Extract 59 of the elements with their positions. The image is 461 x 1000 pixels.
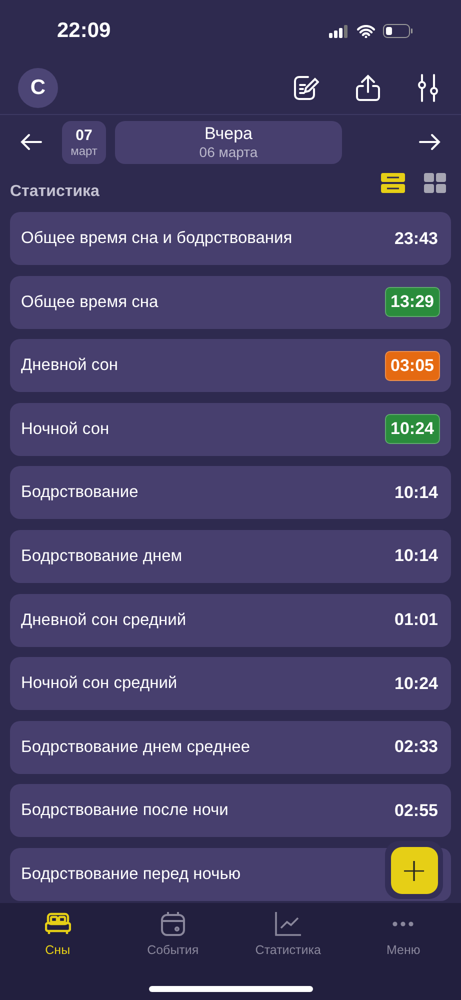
forward-arrow-icon[interactable] (419, 133, 441, 151)
stat-value: 10:24 (384, 414, 440, 444)
stat-row[interactable]: Бодрствование после ночи 02:55 (10, 784, 451, 838)
date-day: 07 (76, 126, 92, 144)
stat-value: 02:55 (394, 800, 439, 822)
date-title: Вчера (204, 124, 252, 144)
stat-value: 01:01 (394, 609, 439, 632)
stat-label: Общее время сна и бодрствования (21, 229, 292, 248)
battery-icon (383, 24, 413, 38)
wifi-icon (357, 24, 375, 38)
list-view-icon[interactable] (380, 172, 406, 194)
date-subtitle: 06 марта (199, 144, 258, 160)
stat-row[interactable]: Дневной сон 03:05 (10, 339, 451, 392)
stat-label: Ночной сон (21, 420, 110, 439)
stat-label: Бодрствование перед ночью (21, 864, 241, 884)
stat-label: Бодрствование днем (21, 546, 182, 566)
tab[interactable]: События (115, 911, 230, 1000)
stat-row[interactable]: Общее время сна 13:29 (10, 276, 451, 329)
date-selector[interactable]: Вчера 06 марта (115, 120, 342, 164)
avatar[interactable]: С (18, 68, 58, 108)
chart-icon (274, 911, 302, 937)
stat-label: Ночной сон средний (21, 674, 178, 694)
share-icon[interactable] (355, 74, 381, 102)
tab[interactable]: Меню (346, 911, 461, 1000)
stat-label: Бодрствование после ночи (21, 801, 228, 820)
section-title: Статистика (10, 182, 100, 201)
status-time: 22:09 (57, 19, 111, 43)
more-icon (391, 921, 416, 927)
stat-row[interactable]: Бодрствование днем среднее 02:33 (10, 720, 451, 774)
tab[interactable]: Статистика (230, 911, 346, 1000)
stat-value: 03:05 (384, 350, 440, 381)
settings-icon[interactable] (417, 74, 439, 102)
stat-row[interactable]: Бодрствование 10:14 (10, 466, 451, 520)
stat-row[interactable]: Ночной сон 10:24 (10, 402, 451, 456)
stat-row[interactable]: Дневной сон средний 01:01 (10, 594, 451, 647)
stat-label: Бодрствование (21, 483, 138, 502)
stat-value: 02:33 (394, 736, 439, 758)
stat-label: Бодрствование днем среднее (21, 738, 250, 757)
tab[interactable]: Сны (0, 911, 116, 1000)
calendar-icon (160, 911, 186, 937)
stat-value: 13:29 (384, 287, 440, 318)
stat-label: Общее время сна (21, 292, 158, 312)
back-arrow-icon[interactable] (20, 133, 42, 151)
stat-value: 10:14 (394, 482, 439, 504)
add-button[interactable]: + (390, 846, 438, 894)
edit-icon[interactable] (293, 75, 319, 101)
date-chip[interactable]: 07 март (62, 120, 106, 164)
stat-label: Дневной сон средний (21, 610, 186, 630)
signal-icon (329, 24, 349, 38)
stat-row[interactable]: Общее время сна и бодрствования 23:43 (10, 212, 451, 265)
stat-label: Дневной сон (21, 356, 118, 376)
stat-value: 10:14 (394, 545, 439, 568)
stat-row[interactable]: Бодрствование днем 10:14 (10, 530, 451, 583)
date-month: март (70, 144, 98, 158)
grid-view-icon[interactable] (423, 172, 447, 194)
stat-value: 10:24 (394, 672, 439, 695)
bed-icon (44, 911, 71, 937)
stat-value: 23:43 (394, 228, 439, 250)
stat-row[interactable]: Ночной сон средний 10:24 (10, 657, 451, 710)
